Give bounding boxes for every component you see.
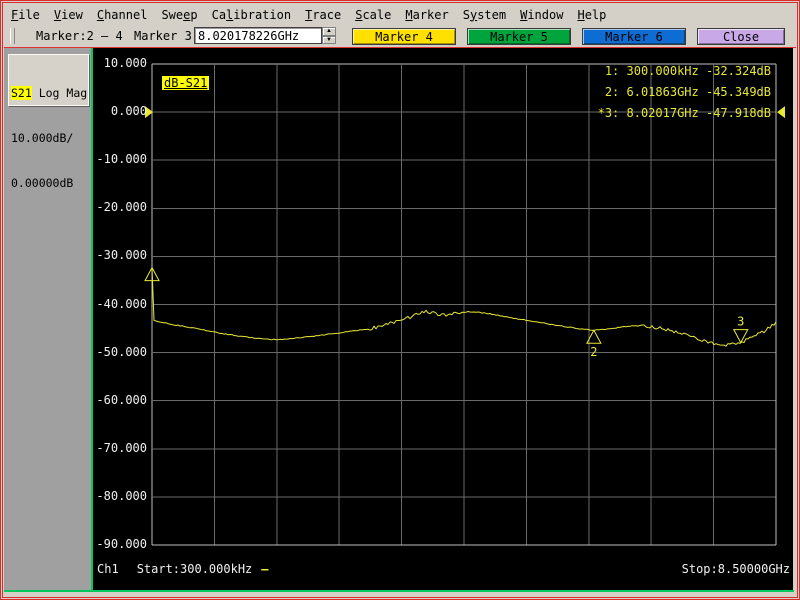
menu-item-channel[interactable]: Channel [90,8,155,22]
y-axis-label: -10.000 [96,152,147,167]
toolbar-button-close[interactable]: Close [697,28,785,45]
y-axis-label: -90.000 [96,537,147,551]
toolbar-buttons: Marker 4 Marker 5 Marker 6 Close [352,28,785,45]
toolbar-button-marker-5[interactable]: Marker 5 [467,28,571,45]
start-frequency-label: Start:300.000kHz [136,562,253,576]
trace-reference: 0.00000dB [11,176,74,190]
marker-readout-line: 1: 300.000kHz -32.324dB [604,64,771,78]
y-axis-label: -60.000 [96,392,147,407]
status-left: Ch1 Start:300.000kHz — [97,562,269,576]
reference-level-marker-right[interactable] [777,106,785,119]
trace-param-line: S21 Log Mag [11,86,88,101]
y-axis-label: 10.000 [103,56,147,70]
marker-readout-line: 2: 6.01863GHz -45.349dB [604,85,771,99]
vna-application-window: File View Channel Sweep Calibration Trace Scal… [0,0,800,600]
menu-item-file[interactable]: File [4,8,47,22]
channel-label: Ch1 [97,562,119,576]
y-axis-label: 0.000 [110,104,147,119]
toolbar-button-marker-4[interactable]: Marker 4 [352,28,456,45]
marker3-frequency-stepper: ▲ ▼ [322,27,336,44]
y-axis-label: -30.000 [96,248,147,263]
trace-param: S21 [11,86,32,100]
status-bar: Ch1 Start:300.000kHz — Stop:8.50000GHz [97,562,790,578]
marker-toolbar: Marker:2 — 4 Marker 3 ▲ ▼ Marker 4Marker… [4,25,796,48]
marker3-label: Marker 3 [134,29,192,43]
y-axis-label: -20.000 [96,200,147,215]
grid [151,63,777,546]
stop-frequency-label: Stop:8.50000GHz [681,562,790,576]
marker-triangle-down-icon[interactable] [732,329,749,344]
trace-format: Log Mag [31,86,88,100]
trace-scale: 10.000dB/ [11,131,74,145]
trace-sidebar: S21 Log Mag 10.000dB/ 0.00000dB [4,48,91,590]
bottom-separator [4,590,794,592]
marker3-frequency-input[interactable] [194,27,322,44]
menu-item-marker[interactable]: Marker [398,8,455,22]
marker-readouts: 1: 300.000kHz -32.324dB 2: 6.01863GHz -45… [598,61,771,124]
spinner-down-icon[interactable]: ▼ [322,35,336,44]
y-axis-labels: 10.000 0.000 -10.000 -20.000 -30.000 -40.000 -… [95,48,147,551]
menu-item-trace[interactable]: Trace [298,8,348,22]
toolbar-button-marker-6[interactable]: Marker 6 [582,28,686,45]
marker-readout-line: *3: 8.02017GHz -47.918dB [597,106,771,120]
menu-bar: File View Channel Sweep Calibration Trace Scal… [4,4,796,25]
menu-item-window[interactable]: Window [513,8,570,22]
trace-status-box[interactable]: S21 Log Mag 10.000dB/ 0.00000dB [8,54,89,190]
spinner-up-icon[interactable]: ▲ [322,27,336,36]
y-axis-label: -70.000 [96,440,147,455]
menu-item-view[interactable]: View [47,8,90,22]
menu-item-scale[interactable]: Scale [348,8,398,22]
marker-range-label: Marker:2 — 4 [36,29,123,43]
marker-number-label: 2 [590,345,597,359]
y-axis-label: -80.000 [96,488,147,503]
toolbar-grip[interactable] [10,28,15,44]
menu-item-help[interactable]: Help [570,8,613,22]
marker-number-label: 3 [737,315,744,329]
trace-color-legend: — [261,562,269,576]
menu-item-system[interactable]: System [456,8,513,22]
menu-item-sweep[interactable]: Sweep [154,8,204,22]
menu-item-calibration[interactable]: Calibration [205,8,298,22]
y-axis-label: -40.000 [96,296,147,311]
measurement-plot: 23 [144,63,785,546]
trace-db-tag: dB-S21 [162,76,210,90]
y-axis-label: -50.000 [96,344,147,359]
